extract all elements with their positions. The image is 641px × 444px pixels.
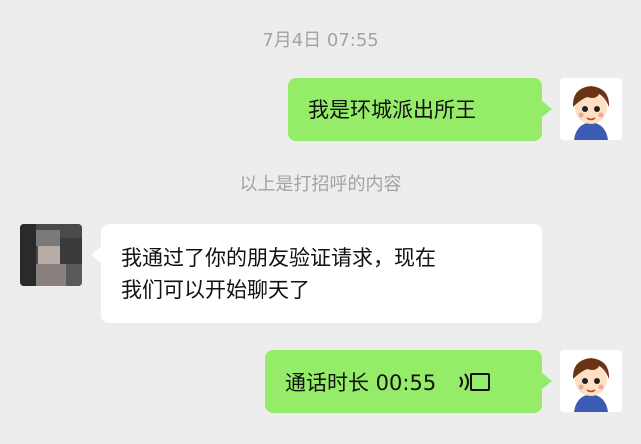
call-duration-bubble[interactable]: 通话时长 00:55 [265,350,542,413]
contact-avatar[interactable] [20,224,82,286]
self-avatar[interactable] [560,78,622,140]
message-text-line: 我通过了你的朋友验证请求，现在 [121,246,436,270]
call-duration-text: 通话时长 00:55 [285,371,437,395]
bubble-tail [542,373,552,389]
self-avatar[interactable] [560,350,622,412]
cartoon-boy-avatar-icon [560,350,622,412]
bubble-tail [542,101,552,117]
cartoon-boy-avatar-icon [560,78,622,140]
message-bubble-other[interactable]: 我通过了你的朋友验证请求，现在 我们可以开始聊天了 [101,224,542,323]
phone-call-icon [457,371,491,398]
blurred-photo-icon [20,224,82,286]
bubble-tail [91,247,101,263]
message-bubble-self[interactable]: 我是环城派出所王 [288,78,542,141]
chat-timestamp: 7月4日 07:55 [262,30,379,51]
system-message: 以上是打招呼的内容 [239,174,402,195]
message-text-line: 我们可以开始聊天了 [121,278,310,302]
message-text: 我是环城派出所王 [308,98,476,122]
